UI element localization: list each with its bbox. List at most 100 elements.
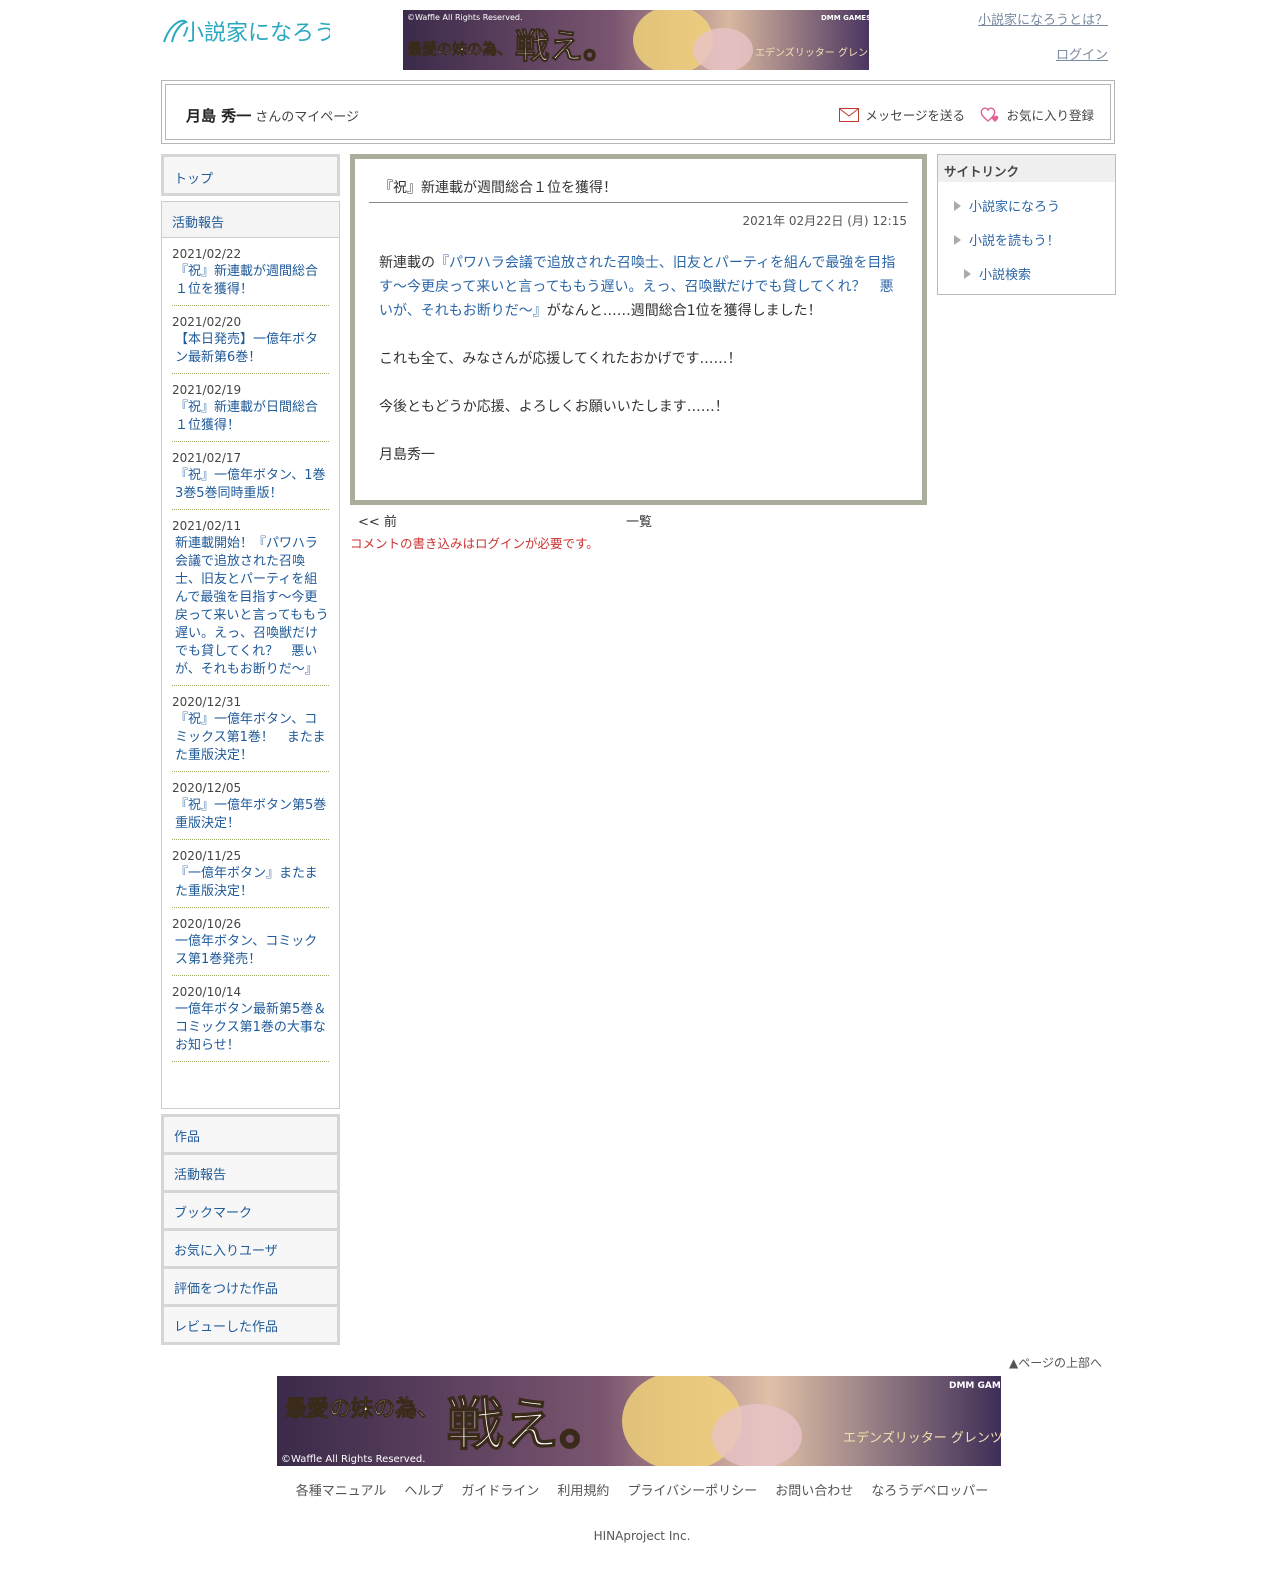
report-date: 2021/02/11 <box>172 519 242 533</box>
page-top-link[interactable]: ▲ページの上部へ <box>1009 1354 1102 1371</box>
prev-link[interactable]: << 前 <box>358 511 397 530</box>
ad-banner-bottom[interactable]: 最愛の妹の為、 戦え。 DMM GAMES ©Waffle All Rights… <box>277 1371 1016 1471</box>
ad-brand: DMM GAMES <box>949 1381 1001 1391</box>
footer-link[interactable]: なろうデベロッパー <box>871 1484 988 1499</box>
comment-login-note[interactable]: コメントの書き込みはログインが必要です。 <box>350 533 599 552</box>
ad-banner-top-graphic: ©Waffle All Rights Reserved. 最愛の妹の為、 戦え。… <box>403 6 888 74</box>
footer-link[interactable]: 各種マニュアル <box>296 1484 387 1499</box>
footer-link[interactable]: 利用規約 <box>557 1484 609 1499</box>
article-paragraph-2: これも全て、みなさんが応援してくれたおかげです……！ <box>379 351 742 367</box>
nav-top-box: トップ <box>161 154 340 196</box>
triangle-right-icon <box>954 200 961 211</box>
activity-report-item: 2020/11/25 『一億年ボタン』またまた重版決定！ <box>172 840 329 908</box>
send-message-button[interactable]: メッセージを送る <box>839 105 965 124</box>
ad-banner-top[interactable]: ©Waffle All Rights Reserved. 最愛の妹の為、 戦え。… <box>403 6 888 74</box>
report-title-link[interactable]: 『祝』新連載が週間総合１位を獲得！ <box>172 263 329 299</box>
bottom-nav-item: 活動報告 <box>161 1155 340 1193</box>
article-box: 『祝』新連載が週間総合１位を獲得！ 2021年 02月22日 (月) 12:15… <box>350 154 927 505</box>
report-date: 2020/10/26 <box>172 917 242 931</box>
user-name-heading: 月島 秀一 さんのマイページ <box>186 105 359 126</box>
ad-copyright: ©Waffle All Rights Reserved. <box>281 1454 425 1465</box>
article-title: 『祝』新連載が週間総合１位を獲得！ <box>379 180 617 196</box>
logo-text: 小説家になろう <box>182 21 330 46</box>
site-links-box: サイトリンク 小説家になろう 小説を読もう！ 小説検索 <box>937 154 1116 295</box>
ad-headline-big: 戦え。 <box>447 1393 615 1458</box>
bottom-nav-link[interactable]: 活動報告 <box>174 1168 226 1183</box>
article-paragraph-1: 新連載の『パワハラ会議で追放された召喚士、旧友とパーティを組んで最強を目指す～今… <box>379 251 902 323</box>
user-name: 月島 秀一 <box>186 107 252 125</box>
activity-report-item: 2020/10/14 一億年ボタン最新第5巻＆コミックス第1巻の大事なお知らせ！ <box>172 976 329 1062</box>
bottom-nav-item: レビューした作品 <box>161 1307 340 1345</box>
report-title-link[interactable]: 一億年ボタン、コミックス第1巻発売！ <box>172 933 329 969</box>
add-favorite-button[interactable]: お気に入り登録 <box>980 105 1094 124</box>
report-date: 2020/12/05 <box>172 781 242 795</box>
ad-headline-small: 最愛の妹の為、 <box>407 40 512 58</box>
article-p1-prefix: 新連載の <box>379 255 435 271</box>
ad-game-title: エデンズリッター グレンツェ <box>755 46 869 59</box>
report-title-link[interactable]: 『祝』一億年ボタン第5巻重版決定！ <box>172 797 329 833</box>
activity-report-item: 2021/02/11 新連載開始！『パワハラ会議で追放された召喚士、旧友とパーティ… <box>172 510 329 686</box>
ad-banner-bottom-graphic: 最愛の妹の為、 戦え。 DMM GAMES ©Waffle All Rights… <box>277 1371 1016 1471</box>
activity-report-item: 2020/10/26 一億年ボタン、コミックス第1巻発売！ <box>172 908 329 976</box>
report-title-link[interactable]: 新連載開始！『パワハラ会議で追放された召喚士、旧友とパーティを組んで最強を目指す… <box>172 535 329 679</box>
footer-link[interactable]: ヘルプ <box>404 1484 443 1499</box>
report-title-link[interactable]: 『祝』一億年ボタン、コミックス第1巻！ またまた重版決定！ <box>172 711 329 765</box>
nav-top-link[interactable]: トップ <box>174 172 213 187</box>
bottom-nav-item: ブックマーク <box>161 1193 340 1231</box>
report-title-link[interactable]: 『祝』一億年ボタン、1巻3巻5巻同時重版！ <box>172 467 329 503</box>
mypage-header: 月島 秀一 さんのマイページ メッセージを送る お気に入り登録 <box>161 80 1115 144</box>
activity-report-items: 2021/02/22 『祝』新連載が週間総合１位を獲得！ 2021/02/20 【本日… <box>162 238 339 1062</box>
add-favorite-label: お気に入り登録 <box>1006 108 1094 123</box>
report-title-link[interactable]: 『祝』新連載が日間総合１位獲得！ <box>172 399 329 435</box>
bottom-nav-link[interactable]: 作品 <box>174 1130 200 1145</box>
site-logo[interactable]: 小説家になろう <box>160 14 336 48</box>
bottom-nav-link[interactable]: お気に入りユーザ <box>174 1244 278 1259</box>
article-paragraph-3: 今後ともどうか応援、よろしくお願いいたします……！ <box>379 399 729 415</box>
report-date: 2020/10/14 <box>172 985 242 999</box>
about-link[interactable]: 小説家になろうとは？ <box>978 9 1108 28</box>
bottom-nav-item: お気に入りユーザ <box>161 1231 340 1269</box>
report-date: 2020/12/31 <box>172 695 242 709</box>
bottom-nav-link[interactable]: 評価をつけた作品 <box>174 1282 278 1297</box>
article-signature: 月島秀一 <box>379 447 435 463</box>
ad-brand: DMM GAMES <box>821 14 869 22</box>
login-link[interactable]: ログイン <box>1056 44 1108 63</box>
logo-graphic: 小説家になろう <box>163 19 336 46</box>
heart-icon <box>981 107 999 122</box>
triangle-right-icon <box>954 234 961 245</box>
report-date: 2021/02/17 <box>172 451 242 465</box>
site-link-yomou[interactable]: 小説を読もう！ <box>954 230 1060 249</box>
ad-headline-small: 最愛の妹の為、 <box>285 1396 439 1422</box>
bottom-nav: 作品活動報告ブックマークお気に入りユーザ 評価をつけた作品 レビューした作品 <box>161 1114 340 1345</box>
article-date: 2021年 02月22日 (月) 12:15 <box>742 214 907 228</box>
mypage-header-inner: 月島 秀一 さんのマイページ メッセージを送る お気に入り登録 <box>165 84 1111 140</box>
site-link-label: 小説家になろう <box>969 200 1061 215</box>
article-p1-suffix: がなんと……週間総合1位を獲得しました！ <box>546 303 822 319</box>
report-date: 2020/11/25 <box>172 849 242 863</box>
activity-report-heading-link[interactable]: 活動報告 <box>172 216 224 231</box>
footer-link[interactable]: お問い合わせ <box>775 1484 853 1499</box>
report-title-link[interactable]: 【本日発売】一億年ボタン最新第6巻！ <box>172 331 329 367</box>
site-link-narou[interactable]: 小説家になろう <box>954 196 1060 215</box>
footer-link[interactable]: ガイドライン <box>461 1484 539 1499</box>
mypage-suffix: さんのマイページ <box>255 110 359 125</box>
site-link-label: 小説検索 <box>979 268 1032 283</box>
report-title-link[interactable]: 一億年ボタン最新第5巻＆コミックス第1巻の大事なお知らせ！ <box>172 1001 329 1055</box>
ad-headline-big: 戦え。 <box>515 27 617 67</box>
report-date: 2021/02/20 <box>172 315 242 329</box>
report-title-link[interactable]: 『一億年ボタン』またまた重版決定！ <box>172 865 329 901</box>
site-link-search[interactable]: 小説検索 <box>964 264 1031 283</box>
site-links-heading: サイトリンク <box>938 155 1115 182</box>
activity-report-item: 2021/02/19 『祝』新連載が日間総合１位獲得！ <box>172 374 329 442</box>
footer-link[interactable]: プライバシーポリシー <box>627 1484 757 1499</box>
activity-report-item: 2021/02/22 『祝』新連載が週間総合１位を獲得！ <box>172 238 329 306</box>
article-body: 新連載の『パワハラ会議で追放された召喚士、旧友とパーティを組んで最強を目指す～今… <box>379 251 902 491</box>
list-link[interactable]: 一覧 <box>626 511 652 530</box>
bottom-nav-link[interactable]: ブックマーク <box>174 1206 252 1221</box>
bottom-nav-item: 評価をつけた作品 <box>161 1269 340 1307</box>
activity-report-item: 2021/02/17 『祝』一億年ボタン、1巻3巻5巻同時重版！ <box>172 442 329 510</box>
activity-report-item: 2020/12/31 『祝』一億年ボタン、コミックス第1巻！ またまた重版決定！ <box>172 686 329 772</box>
bottom-nav-link[interactable]: レビューした作品 <box>174 1320 278 1335</box>
report-date: 2021/02/19 <box>172 383 242 397</box>
activity-report-heading: 活動報告 <box>162 202 339 238</box>
